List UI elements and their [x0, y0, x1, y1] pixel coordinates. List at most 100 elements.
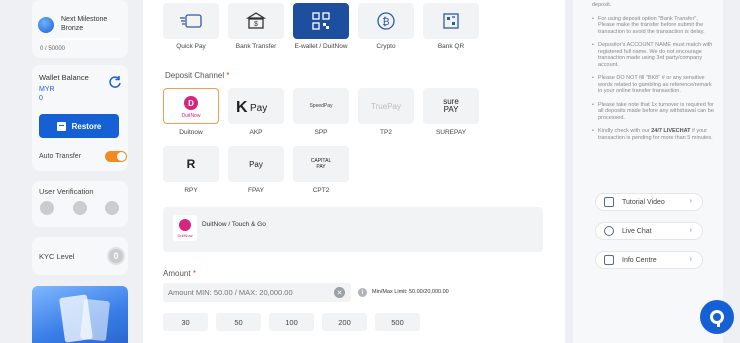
chevron-right-icon: › [689, 256, 692, 263]
livechat-link[interactable]: 24/7 LIVECHAT [651, 128, 690, 134]
channel-label: TP2 [380, 129, 392, 136]
channel-label: AKP [249, 129, 263, 136]
selected-channel-text: DuitNow / Touch & Go [202, 221, 266, 228]
quick-amount-button[interactable]: 500 [375, 313, 420, 331]
toggle-knob [117, 152, 126, 161]
duitnow-logo-icon: D DuitNow [182, 96, 201, 119]
channel-surepay[interactable]: sure PAY [423, 88, 479, 124]
channel-fpay[interactable]: Pay [228, 146, 284, 182]
support-chat-button[interactable] [700, 300, 734, 334]
clear-icon[interactable]: ✕ [334, 287, 345, 298]
restore-button[interactable]: Restore [39, 114, 119, 138]
note-item: Depositor's ACCOUNT NAME must match with… [592, 42, 716, 68]
wallet-card: Wallet Balance MYR 0 Restore Auto Transf… [32, 65, 128, 171]
channel-tp2[interactable]: TruePay [358, 88, 414, 124]
quick-amount-button[interactable]: 200 [322, 313, 367, 331]
selected-channel-box[interactable]: DuitNow DuitNow / Touch & Go [163, 207, 543, 252]
method-label: Bank QR [437, 43, 465, 50]
tutorial-video-label: Tutorial Video [622, 198, 665, 206]
quick-pay-icon [180, 14, 202, 28]
kyc-card: KYC Level 0 [32, 237, 128, 275]
method-label: Quick Pay [176, 43, 206, 50]
deposit-notes: deposit. For using deposit option "Bank … [592, 0, 716, 148]
channel-spp[interactable]: SpeedPay [293, 88, 349, 124]
deposit-channel-label: Deposit Channel * [165, 71, 230, 80]
restore-label: Restore [71, 121, 102, 131]
channel-label: CPT2 [312, 187, 330, 194]
qr-code-icon [312, 12, 330, 30]
method-bank-transfer[interactable]: $ [228, 3, 284, 39]
bank-icon: $ [246, 12, 266, 29]
method-quick-pay[interactable] [163, 3, 219, 39]
svg-text:D: D [188, 99, 194, 108]
note-text: Kindly check with our [598, 128, 652, 134]
method-ewallet[interactable] [293, 3, 349, 39]
wallet-balance-label: Wallet Balance [39, 73, 89, 82]
promo-banner[interactable] [32, 286, 128, 343]
kyc-level-label: KYC Level [39, 252, 75, 261]
quick-amount-button[interactable]: 100 [269, 313, 314, 331]
deposit-channel-text: Deposit Channel [165, 71, 225, 80]
channel-label: Duitnow [179, 129, 203, 136]
auto-transfer-toggle[interactable] [105, 151, 127, 162]
info-centre-icon [604, 255, 614, 265]
email-verify-icon[interactable] [105, 201, 119, 215]
bitcoin-icon: ₿ [377, 12, 395, 30]
min-max-limit: Min/Max Limit: 50.00/20,000.00 [372, 289, 449, 295]
note-partial: deposit. [592, 2, 612, 8]
svg-text:₿: ₿ [382, 16, 389, 28]
method-bank-qr[interactable] [423, 3, 479, 39]
chat-bubble-icon [710, 310, 724, 327]
phone-verify-icon[interactable] [73, 201, 87, 215]
info-centre-button[interactable]: Info Centre › [595, 251, 703, 269]
note-item-livechat: Kindly check with our 24/7 LIVECHAT if y… [592, 128, 716, 141]
required-marker: * [226, 71, 230, 80]
capital-pay-logo-icon: CAPITAL PAY [310, 158, 332, 170]
quick-amount-button[interactable]: 50 [216, 313, 261, 331]
channel-cpt2[interactable]: CAPITAL PAY [293, 146, 349, 182]
duitnow-logo-text: DuitNow [177, 232, 193, 238]
chat-icon [604, 226, 614, 236]
video-icon [604, 197, 614, 207]
left-sidebar: Next Milestone Bronze 0 / 50000 Wallet B… [23, 0, 135, 343]
duitnow-logo-icon: DuitNow [173, 215, 197, 241]
note-item: For using deposit option "Bank Transfer"… [592, 16, 716, 36]
svg-text:DuitNow: DuitNow [182, 113, 201, 119]
amount-input[interactable] [163, 283, 351, 302]
info-centre-label: Info Centre [622, 256, 657, 264]
channel-rpy[interactable]: R [163, 146, 219, 182]
info-panel: deposit. For using deposit option "Bank … [573, 0, 723, 343]
channel-label: FPAY [247, 187, 264, 194]
note-item: Please take note that 1x turnover is req… [592, 102, 716, 122]
fpay-logo-icon: Pay [249, 159, 263, 169]
amount-label: Amount * [163, 269, 196, 278]
live-chat-button[interactable]: Live Chat › [595, 222, 703, 240]
wallet-currency: MYR [39, 86, 55, 93]
duitnow-dot [179, 218, 191, 231]
rpy-logo-icon: R [186, 157, 196, 171]
akp-logo-icon: K Pay [236, 99, 267, 116]
banner-card-illustration [79, 298, 111, 342]
refresh-icon[interactable] [108, 75, 122, 89]
note-item: Please DO NOT fill "BK8" # or any sensit… [592, 75, 716, 95]
deposit-panel: $ ₿ Quick Pay Bank Transfer E-wallet / D… [143, 0, 565, 343]
required-marker: * [192, 269, 196, 278]
method-crypto[interactable]: ₿ [358, 3, 414, 39]
channel-akp[interactable]: K Pay [228, 88, 284, 124]
chevron-right-icon: › [689, 198, 692, 205]
user-verification-label: User Verification [39, 187, 94, 196]
surepay-logo-icon: sure PAY [443, 97, 459, 114]
milestone-card: Next Milestone Bronze 0 / 50000 [32, 0, 128, 58]
tutorial-video-button[interactable]: Tutorial Video › [595, 193, 703, 211]
profile-verify-icon[interactable] [40, 201, 54, 215]
auto-transfer-label: Auto Transfer [39, 153, 82, 160]
milestone-progress-bar [40, 38, 120, 40]
channel-duitnow[interactable]: D DuitNow [163, 88, 219, 124]
truepay-logo-icon: TruePay [371, 101, 401, 111]
restore-icon [56, 121, 66, 131]
method-label: E-wallet / DuitNow [294, 43, 348, 50]
quick-amount-button[interactable]: 30 [163, 313, 208, 331]
live-chat-label: Live Chat [622, 227, 652, 235]
svg-text:K: K [236, 99, 248, 116]
svg-text:Pay: Pay [250, 103, 267, 114]
